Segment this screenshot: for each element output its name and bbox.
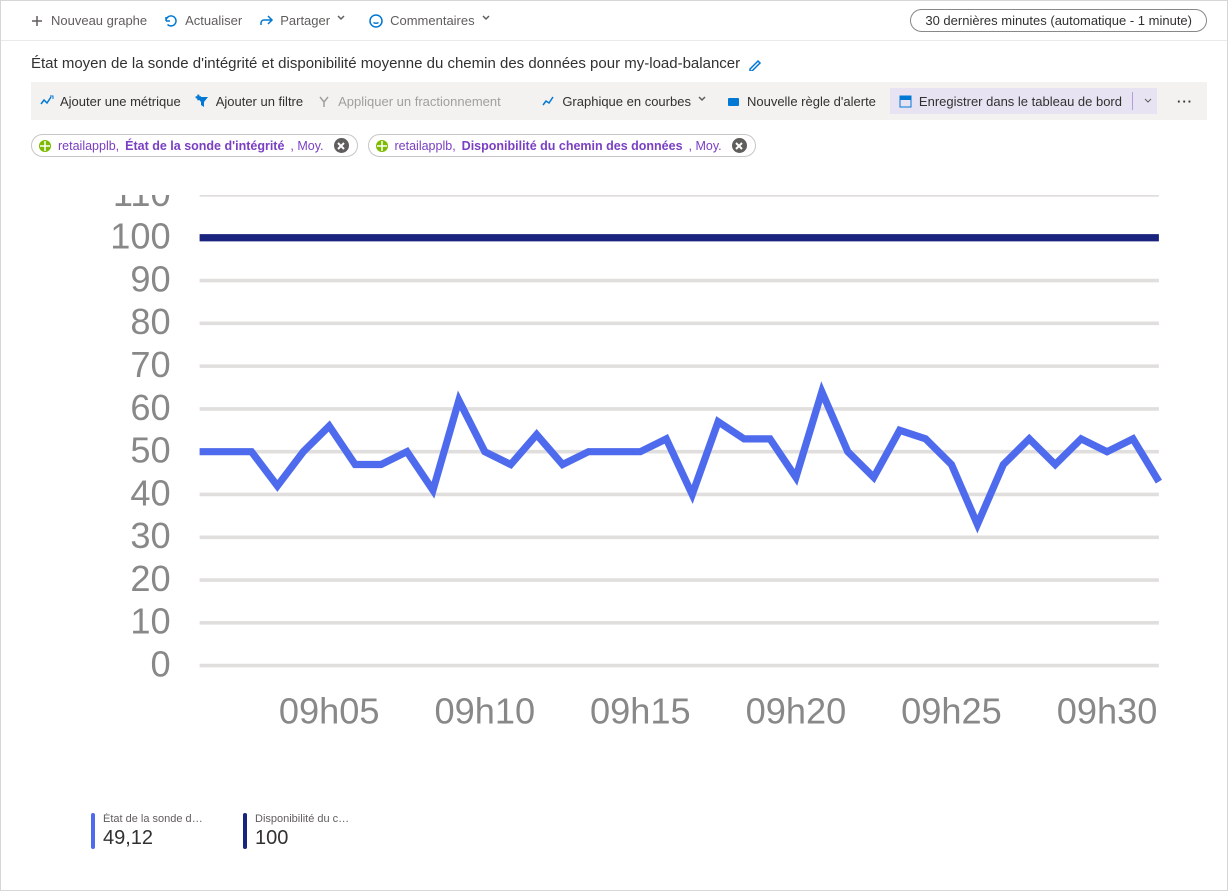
- legend-item[interactable]: État de la sonde d'i… 49,12: [91, 813, 203, 850]
- pill-metric: Disponibilité du chemin des données: [462, 139, 683, 153]
- legend-series-value: 100: [255, 827, 355, 850]
- share-button[interactable]: Partager: [258, 13, 352, 29]
- apply-split-button: Appliquer un fractionnement: [317, 94, 501, 109]
- chart-legend: État de la sonde d'i… 49,12 Disponibilit…: [91, 813, 355, 850]
- svg-text:0: 0: [150, 643, 170, 684]
- pin-icon: [898, 94, 913, 109]
- legend-series-name: État de la sonde d'i…: [103, 813, 203, 825]
- legend-series-value: 49,12: [103, 827, 203, 850]
- refresh-icon: [163, 13, 179, 29]
- svg-text:09h10: 09h10: [434, 691, 535, 732]
- add-filter-button[interactable]: + Ajouter un filtre: [195, 94, 303, 109]
- svg-text:40: 40: [130, 472, 170, 513]
- chevron-down-icon: [1143, 96, 1153, 106]
- svg-text:80: 80: [130, 301, 170, 342]
- comments-button[interactable]: Commentaires: [368, 13, 497, 29]
- svg-text:50: 50: [130, 430, 170, 471]
- chevron-down-icon: [697, 94, 712, 109]
- pill-close-button[interactable]: [334, 138, 349, 153]
- time-range-selector[interactable]: 30 dernières minutes (automatique - 1 mi…: [910, 9, 1207, 32]
- add-metric-label: Ajouter une métrique: [60, 94, 181, 109]
- smile-icon: [368, 13, 384, 29]
- legend-series-name: Disponibilité du che…: [255, 813, 355, 825]
- metric-pills: retailapplb, État de la sonde d'intégrit…: [31, 134, 1207, 157]
- plus-icon: [29, 13, 45, 29]
- metric-pill[interactable]: retailapplb, État de la sonde d'intégrit…: [31, 134, 358, 157]
- legend-item[interactable]: Disponibilité du che… 100: [243, 813, 355, 850]
- resource-icon: [375, 139, 389, 153]
- refresh-button[interactable]: Actualiser: [163, 13, 242, 29]
- line-chart-icon: [541, 94, 556, 109]
- metric-pill[interactable]: retailapplb, Disponibilité du chemin des…: [368, 134, 756, 157]
- new-alert-label: Nouvelle règle d'alerte: [747, 94, 876, 109]
- chart-type-label: Graphique en courbes: [562, 94, 691, 109]
- new-graph-label: Nouveau graphe: [51, 13, 147, 28]
- top-toolbar: Nouveau graphe Actualiser Partager Comme…: [1, 1, 1227, 41]
- svg-text:09h05: 09h05: [279, 691, 380, 732]
- refresh-label: Actualiser: [185, 13, 242, 28]
- svg-text:09h20: 09h20: [746, 691, 847, 732]
- edit-icon[interactable]: [748, 57, 762, 71]
- pill-agg: , Moy.: [290, 139, 323, 153]
- share-label: Partager: [280, 13, 330, 28]
- share-icon: [258, 13, 274, 29]
- svg-text:+: +: [196, 94, 201, 102]
- split-icon: [317, 94, 332, 109]
- svg-text:20: 20: [130, 558, 170, 599]
- save-label: Enregistrer dans le tableau de bord: [919, 94, 1122, 109]
- save-dashboard-button[interactable]: Enregistrer dans le tableau de bord: [890, 88, 1157, 114]
- svg-text:110: 110: [113, 195, 171, 214]
- chart-type-dropdown[interactable]: Graphique en courbes: [541, 94, 712, 109]
- add-metric-button[interactable]: Ajouter une métrique: [39, 94, 181, 109]
- svg-text:100: 100: [110, 216, 170, 257]
- pill-metric: État de la sonde d'intégrité: [125, 139, 284, 153]
- legend-color-bar: [243, 813, 247, 849]
- pill-resource: retailapplb,: [58, 139, 119, 153]
- resource-icon: [38, 139, 52, 153]
- svg-text:10: 10: [130, 601, 170, 642]
- pill-agg: , Moy.: [689, 139, 722, 153]
- more-button[interactable]: ···: [1171, 94, 1199, 109]
- pill-close-button[interactable]: [732, 138, 747, 153]
- chart-plot: 0102030405060708090100 110 09h05 09h10 09h15…: [91, 195, 1177, 738]
- chevron-down-icon: [481, 13, 497, 29]
- svg-text:09h15: 09h15: [590, 691, 691, 732]
- pill-resource: retailapplb,: [395, 139, 456, 153]
- metric-icon: [39, 94, 54, 109]
- page-title: État moyen de la sonde d'intégrité et di…: [31, 55, 740, 72]
- svg-text:09h25: 09h25: [901, 691, 1002, 732]
- svg-text:60: 60: [130, 387, 170, 428]
- new-alert-button[interactable]: Nouvelle règle d'alerte: [726, 94, 876, 109]
- alert-icon: [726, 94, 741, 109]
- svg-text:70: 70: [130, 344, 170, 385]
- svg-text:30: 30: [130, 515, 170, 556]
- filter-icon: +: [195, 94, 210, 109]
- apply-split-label: Appliquer un fractionnement: [338, 94, 501, 109]
- new-graph-button[interactable]: Nouveau graphe: [29, 13, 147, 29]
- svg-text:90: 90: [130, 258, 170, 299]
- add-filter-label: Ajouter un filtre: [216, 94, 303, 109]
- comments-label: Commentaires: [390, 13, 475, 28]
- legend-color-bar: [91, 813, 95, 849]
- chart-area: 010203040506070809010011009h0509h1009h15…: [31, 175, 1207, 890]
- chart-ribbon: Ajouter une métrique + Ajouter un filtre…: [31, 82, 1207, 120]
- chevron-down-icon: [336, 13, 352, 29]
- svg-text:09h30: 09h30: [1057, 691, 1158, 732]
